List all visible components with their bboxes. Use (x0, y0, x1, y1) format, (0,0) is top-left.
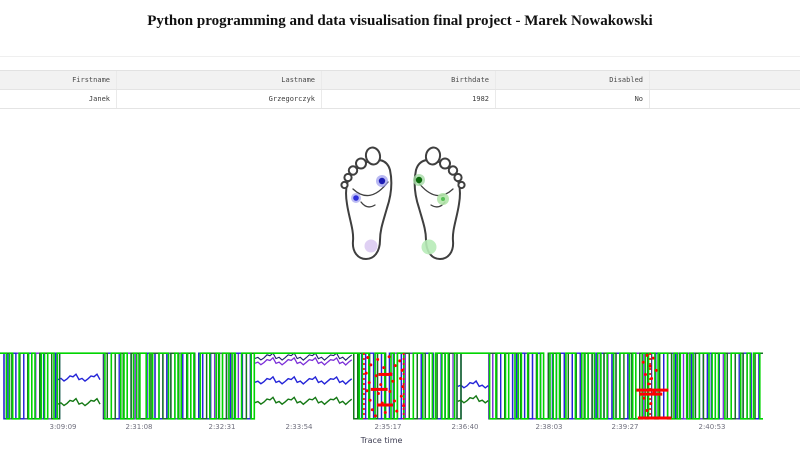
x-axis-title: Trace time (360, 436, 403, 445)
sensor-dot-right-ball-outer (437, 193, 449, 205)
red-selection-box-dot (369, 363, 373, 367)
red-selection-marker-dot (647, 382, 651, 386)
red-selection-box-dot (382, 366, 386, 370)
x-tick-label: 2:39:27 (611, 423, 639, 431)
red-selection-box-dot (393, 364, 397, 368)
sensor-trace-darkgreen-analog (457, 394, 489, 404)
red-selection-marker-dot (641, 360, 645, 364)
x-tick-label: 2:36:40 (451, 423, 479, 431)
x-tick-label: 2:32:31 (208, 423, 236, 431)
red-selection-marker-dot (645, 353, 649, 357)
red-selection-box-dot (387, 355, 391, 359)
red-selection-box-dot (365, 389, 369, 393)
red-selection-box-dot (398, 359, 402, 363)
cell-birthdate[interactable]: 1982 (322, 90, 496, 108)
app-window: Python programming and data visualisatio… (0, 0, 800, 450)
red-selection-box-dot (376, 357, 380, 361)
sensor-dot-right-heel (421, 239, 437, 255)
sensor-trace-blue-analog (457, 379, 489, 389)
x-tick-label: 3:09:09 (49, 423, 77, 431)
red-selection-box-dot (376, 391, 380, 395)
x-tick-label: 2:40:53 (698, 423, 726, 431)
red-selection-box-dot (389, 372, 393, 376)
cell-empty (650, 90, 800, 108)
red-selection-box-dot (399, 394, 403, 398)
red-selection-marker-dot (643, 372, 647, 376)
sensor-dot-left-ball-inner (376, 175, 388, 187)
column-header-lastname[interactable]: Lastname (117, 71, 322, 89)
table-header-row: Firstname Lastname Birthdate Disabled (0, 71, 800, 90)
red-selection-box-dot (366, 355, 370, 359)
red-selection-marker-dot (649, 402, 653, 406)
cell-disabled[interactable]: No (496, 90, 650, 108)
red-selection-box-dot (370, 408, 374, 412)
red-selection-box-dot (391, 379, 395, 383)
red-selection-box-dot (364, 371, 368, 375)
red-selection-box-dot (379, 383, 383, 387)
sensor-dot-left-heel (364, 239, 378, 253)
page-title: Python programming and data visualisatio… (147, 13, 653, 29)
divider (0, 56, 800, 57)
x-tick-label: 2:33:54 (285, 423, 313, 431)
red-selection-box-dot (383, 411, 387, 415)
sensor-trace-darkgreen-analog (57, 397, 101, 407)
red-selection-box-dot (380, 401, 384, 405)
red-selection-box-dot (402, 404, 406, 408)
column-header-empty (650, 71, 800, 89)
feet-image (340, 146, 466, 260)
red-selection-box-dot (373, 414, 377, 418)
red-selection-marker-dot (650, 377, 654, 381)
red-selection-marker-dot (648, 364, 652, 368)
x-tick-label: 2:38:03 (535, 423, 563, 431)
red-selection-marker-dot (645, 408, 649, 412)
patient-table: Firstname Lastname Birthdate Disabled Ja… (0, 70, 800, 109)
red-selection-box-dot (399, 377, 403, 381)
column-header-birthdate[interactable]: Birthdate (322, 71, 496, 89)
feet-sensor-diagram (338, 146, 468, 266)
red-selection-box-dot (401, 385, 405, 389)
sensor-trace-darkgreen-analog (254, 396, 353, 406)
red-selection-box-dot (367, 381, 371, 385)
column-header-firstname[interactable]: Firstname (0, 71, 117, 89)
cell-firstname[interactable]: Janek (0, 90, 117, 108)
column-header-disabled[interactable]: Disabled (496, 71, 650, 89)
red-selection-box-dot (374, 374, 378, 378)
table-row[interactable]: Janek Grzegorczyk 1982 No (0, 90, 800, 109)
red-selection-box-dot (368, 398, 372, 402)
red-selection-marker-dot (642, 396, 646, 400)
trace-plot-canvas[interactable] (0, 352, 800, 420)
trace-chart: 3:09:09 2:31:08 2:32:31 2:33:54 2:35:17 … (0, 352, 800, 450)
red-selection-marker-dot (651, 356, 655, 360)
sensor-trace-blue-analog (57, 373, 101, 383)
red-selection-marker-dot (652, 391, 656, 395)
red-selection-box-dot (392, 399, 396, 403)
sensor-dot-right-ball-inner (413, 174, 425, 186)
sensor-trace-violet-analog (254, 356, 353, 366)
cell-lastname[interactable]: Grzegorczyk (117, 90, 322, 108)
sensor-dot-left-ball-outer (351, 193, 361, 203)
x-tick-label: 2:35:17 (374, 423, 402, 431)
red-selection-box-dot (395, 409, 399, 413)
red-selection-box-dot (400, 368, 404, 372)
x-tick-label: 2:31:08 (125, 423, 153, 431)
red-selection-marker-dot (654, 368, 658, 372)
sensor-trace-blue-analog (254, 375, 353, 385)
red-selection-box-dot (388, 389, 392, 393)
